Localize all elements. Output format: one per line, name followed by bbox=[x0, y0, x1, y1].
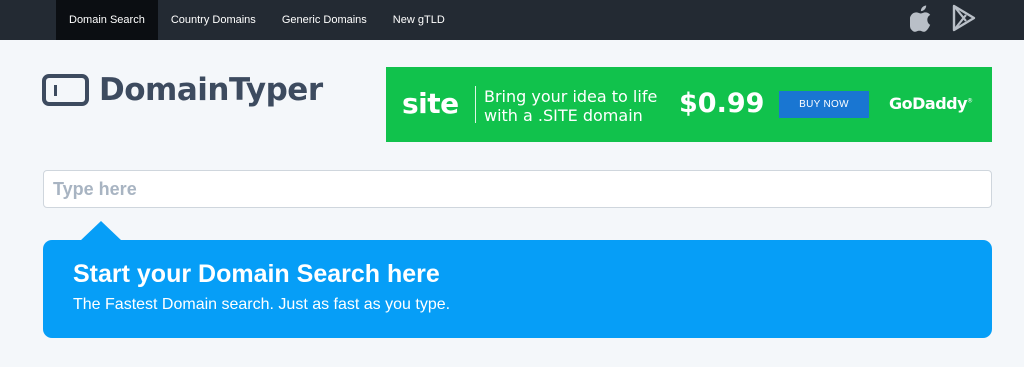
nav-item-country-domains[interactable]: Country Domains bbox=[158, 0, 269, 40]
nav-item-generic-domains[interactable]: Generic Domains bbox=[269, 0, 380, 40]
logo-text: DomainTyper bbox=[99, 72, 323, 108]
apple-icon[interactable] bbox=[910, 4, 934, 32]
main-nav: Domain Search Country Domains Generic Do… bbox=[56, 0, 458, 40]
google-play-icon[interactable] bbox=[952, 4, 976, 32]
logo-icon bbox=[42, 74, 89, 106]
intro-title: Start your Domain Search here bbox=[73, 260, 440, 288]
intro-subtitle: The Fastest Domain search. Just as fast … bbox=[73, 296, 451, 313]
godaddy-brand-name: GoDaddy bbox=[889, 94, 968, 113]
top-navigation-bar: Domain Search Country Domains Generic Do… bbox=[0, 0, 1024, 40]
domain-search-box bbox=[43, 170, 992, 208]
ad-divider bbox=[475, 86, 476, 123]
domain-search-input[interactable] bbox=[44, 171, 991, 207]
nav-item-new-gtld[interactable]: New gTLD bbox=[380, 0, 458, 40]
intro-panel: Start your Domain Search here The Fastes… bbox=[43, 240, 992, 338]
buy-now-button[interactable]: BUY NOW bbox=[779, 91, 869, 118]
ad-tagline: Bring your idea to life with a .SITE dom… bbox=[484, 87, 657, 125]
nav-item-domain-search[interactable]: Domain Search bbox=[56, 0, 158, 40]
ad-price: $0.99 bbox=[679, 88, 765, 119]
registered-mark: ® bbox=[967, 97, 973, 105]
ad-site-wordmark: site bbox=[402, 87, 459, 120]
godaddy-logo: GoDaddy® bbox=[889, 94, 973, 113]
advertisement-banner[interactable]: site Bring your idea to life with a .SIT… bbox=[386, 67, 992, 142]
site-logo[interactable]: DomainTyper bbox=[42, 72, 323, 108]
ad-tagline-line-2: with a .SITE domain bbox=[484, 106, 643, 125]
app-store-links bbox=[910, 4, 976, 32]
ad-tagline-line-1: Bring your idea to life bbox=[484, 87, 658, 106]
panel-pointer-arrow bbox=[80, 221, 122, 241]
